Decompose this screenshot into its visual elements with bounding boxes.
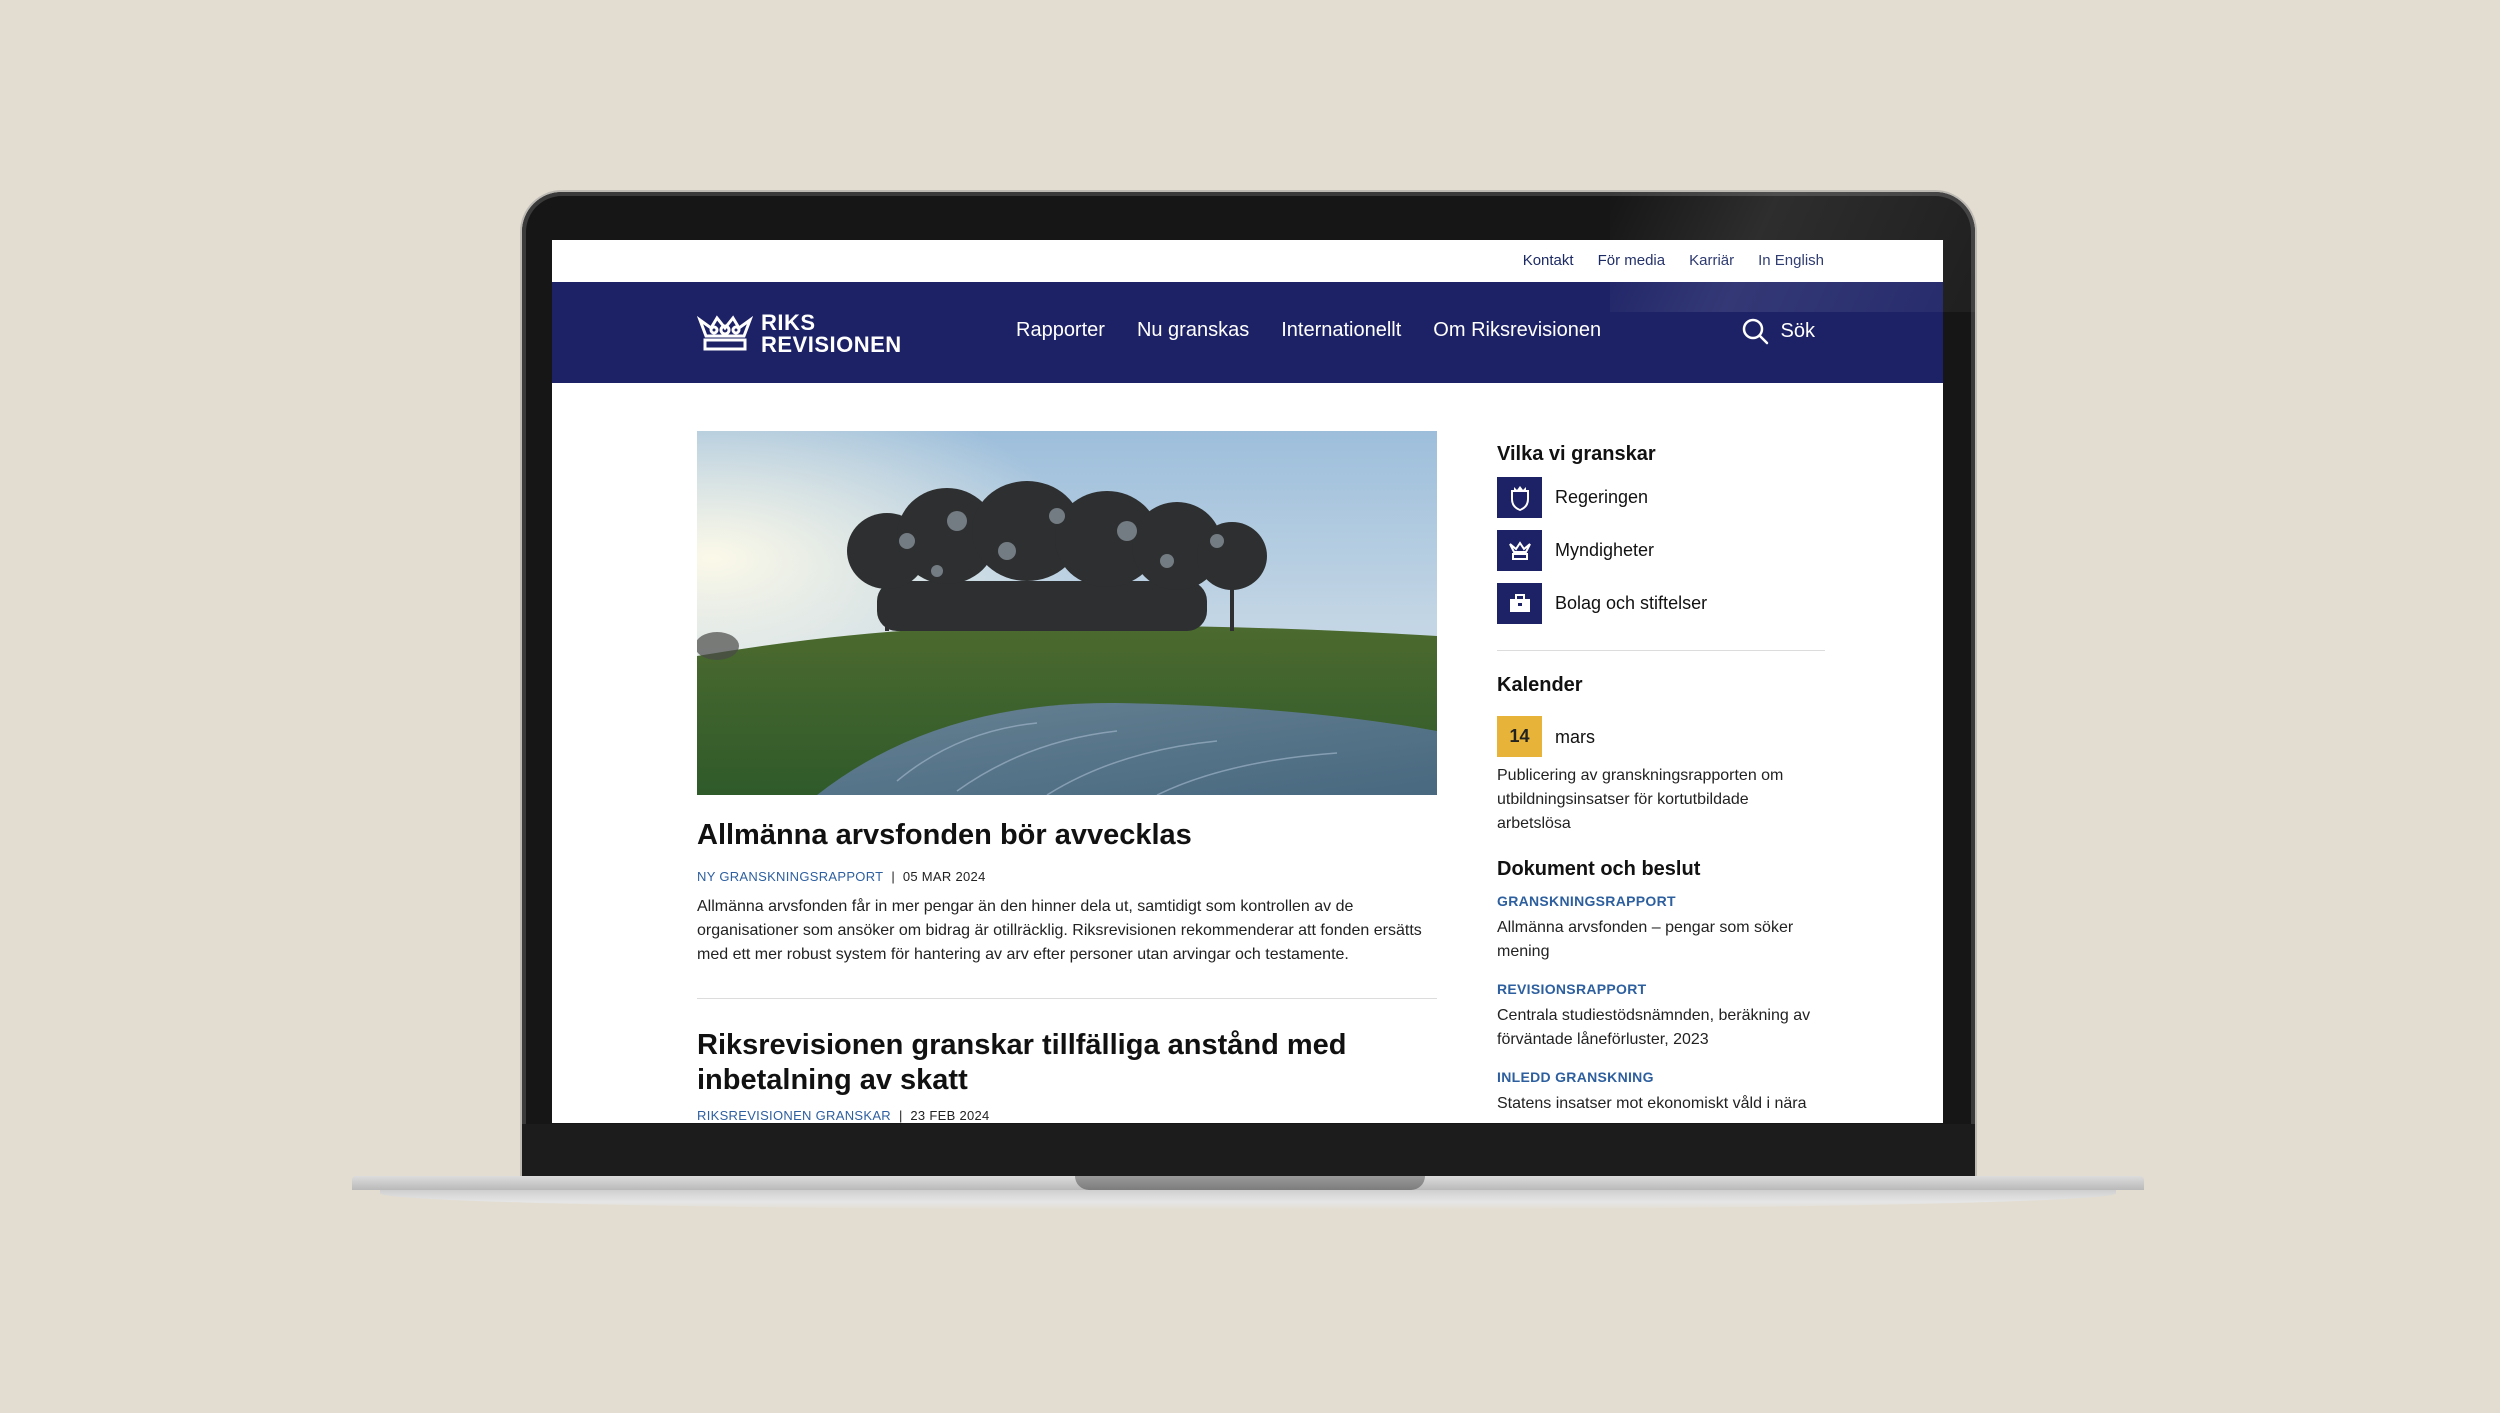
audited-item-bolag[interactable]: Bolag och stiftelser (1497, 583, 1707, 624)
utility-link-kontakt[interactable]: Kontakt (1523, 252, 1574, 269)
utility-link-karriar[interactable]: Karriär (1689, 252, 1734, 269)
search-button[interactable]: Sök (1741, 317, 1815, 345)
nav-nu-granskas[interactable]: Nu granskas (1137, 319, 1249, 342)
audited-item-myndigheter[interactable]: Myndigheter (1497, 530, 1654, 571)
landscape-image (697, 431, 1437, 795)
nav-rapporter[interactable]: Rapporter (1016, 319, 1105, 342)
article-meta-1: NY GRANSKNINGSRAPPORT | 05 MAR 2024 (697, 869, 986, 884)
audited-label: Bolag och stiftelser (1555, 593, 1708, 613)
document-title-1[interactable]: Allmänna arvsfonden – pengar som söker m… (1497, 916, 1825, 964)
document-type-1[interactable]: GRANSKNINGSRAPPORT (1497, 893, 1676, 909)
crown-logo-icon (697, 315, 753, 351)
utility-link-english[interactable]: In English (1758, 252, 1824, 269)
laptop-bezel (522, 1124, 1975, 1176)
audited-label: Regeringen (1555, 487, 1649, 507)
article-title-2[interactable]: Riksrevisionen granskar tillfälliga anst… (697, 1028, 1437, 1098)
site-logo[interactable]: RIKS REVISIONEN (697, 312, 902, 356)
calendar-heading: Kalender (1497, 674, 1583, 696)
logo-line-1: RIKS (761, 310, 816, 335)
meta-separator: | (899, 1108, 903, 1123)
document-type-2[interactable]: REVISIONSRAPPORT (1497, 981, 1647, 997)
audited-heading: Vilka vi granskar (1497, 443, 1656, 465)
article-title-1[interactable]: Allmänna arvsfonden bör avvecklas (697, 818, 1437, 853)
article-category-1[interactable]: NY GRANSKNINGSRAPPORT (697, 869, 883, 884)
utility-link-media[interactable]: För media (1598, 252, 1666, 269)
calendar-month: mars (1555, 727, 1595, 747)
meta-separator: | (891, 869, 895, 884)
logo-wordmark: RIKS REVISIONEN (761, 312, 902, 356)
utility-bar: Kontakt För media Karriär In English (552, 240, 1943, 282)
logo-line-2: REVISIONEN (761, 332, 902, 357)
audited-item-regeringen[interactable]: Regeringen (1497, 477, 1648, 518)
document-type-3[interactable]: INLEDD GRANSKNING (1497, 1069, 1654, 1085)
search-icon (1742, 318, 1768, 345)
documents-heading: Dokument och beslut (1497, 858, 1701, 880)
primary-nav: Rapporter Nu granskas Internationellt Om… (1016, 319, 1601, 342)
website-screen: Kontakt För media Karriär In English RIK… (552, 240, 1943, 1123)
calendar-day-badge[interactable]: 14 (1497, 716, 1542, 757)
calendar-event-description[interactable]: Publicering av granskningsrapporten om u… (1497, 764, 1825, 836)
nav-internationellt[interactable]: Internationellt (1281, 319, 1401, 342)
article-excerpt-1: Allmänna arvsfonden får in mer pengar än… (697, 898, 1422, 963)
audited-label: Myndigheter (1555, 540, 1655, 560)
government-shield-icon (1497, 477, 1542, 518)
article-category-2[interactable]: RIKSREVISIONEN GRANSKAR (697, 1108, 891, 1123)
main-header: RIKS REVISIONEN Rapporter Nu granskas In… (552, 282, 1943, 383)
nav-om-riksrevisionen[interactable]: Om Riksrevisionen (1433, 319, 1601, 342)
document-title-3[interactable]: Statens insatser mot ekonomiskt våld i n… (1497, 1092, 1825, 1116)
briefcase-icon (1497, 583, 1542, 624)
article-divider (697, 998, 1437, 999)
crown-icon (1497, 530, 1542, 571)
article-date-2: 23 FEB 2024 (910, 1108, 990, 1123)
article-hero-image[interactable] (697, 431, 1437, 795)
article-meta-2: RIKSREVISIONEN GRANSKAR | 23 FEB 2024 (697, 1108, 990, 1123)
search-label: Sök (1780, 319, 1815, 342)
utility-nav: Kontakt För media Karriär In English (1523, 252, 1824, 269)
laptop-base-shadow (380, 1190, 2116, 1210)
article-date-1: 05 MAR 2024 (902, 869, 986, 884)
laptop-hinge-notch (1075, 1176, 1425, 1190)
document-title-2[interactable]: Centrala studiestödsnämnden, beräkning a… (1497, 1004, 1825, 1052)
sidebar-divider (1497, 650, 1825, 651)
